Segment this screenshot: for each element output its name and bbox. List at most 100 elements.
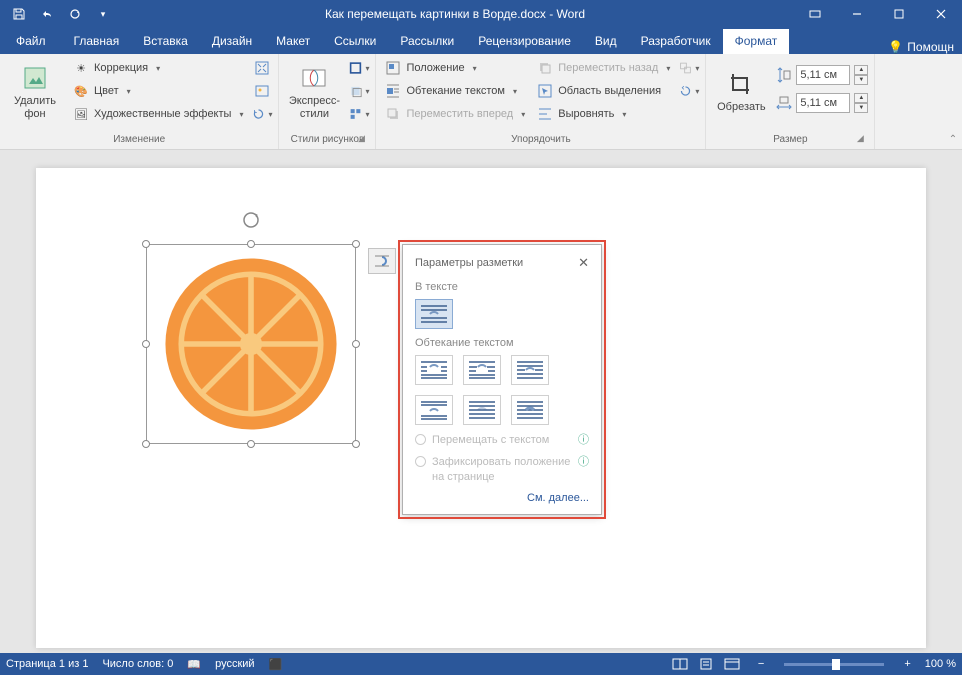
picture-layout-button[interactable]: ▾ <box>349 104 369 124</box>
status-words[interactable]: Число слов: 0 <box>102 658 173 670</box>
tab-layout[interactable]: Макет <box>264 29 322 54</box>
picture-styles-button[interactable]: Экспресс-стили <box>285 58 343 126</box>
width-up[interactable]: ▲ <box>854 93 868 103</box>
height-value[interactable]: 5,11 см <box>796 65 850 85</box>
window-controls <box>794 0 962 28</box>
document-area: Параметры разметки ✕ В тексте Обтекание … <box>0 150 962 653</box>
minimize-button[interactable] <box>836 0 878 28</box>
close-button[interactable] <box>920 0 962 28</box>
info-icon[interactable]: ⓘ <box>578 455 589 469</box>
bring-forward-button[interactable]: Переместить вперед▾ <box>382 104 528 124</box>
selected-image[interactable] <box>146 244 356 444</box>
crop-button[interactable]: Обрезать <box>712 58 770 126</box>
height-input[interactable]: 5,11 см ▲▼ <box>776 64 868 86</box>
group-size-label: Размер <box>773 134 807 145</box>
undo-button[interactable] <box>34 2 60 26</box>
width-input[interactable]: 5,11 см ▲▼ <box>776 92 868 114</box>
change-picture-button[interactable] <box>252 81 272 101</box>
picture-effects-button[interactable]: ▾ <box>349 81 369 101</box>
wrap-through[interactable] <box>511 355 549 385</box>
customize-qat-button[interactable]: ▾ <box>90 2 116 26</box>
group-objects-button[interactable]: ▾ <box>679 58 699 78</box>
width-value[interactable]: 5,11 см <box>796 93 850 113</box>
view-read-mode[interactable] <box>668 655 692 673</box>
zoom-level[interactable]: 100 % <box>925 658 956 670</box>
title-bar: ▾ Как перемещать картинки в Ворде.docx -… <box>0 0 962 28</box>
flyout-close-button[interactable]: ✕ <box>578 255 589 271</box>
group-styles: Экспресс-стили ▾ ▾ ▾ Стили рисунков◢ <box>279 54 376 149</box>
collapse-ribbon-button[interactable]: ⌃ <box>944 54 962 149</box>
flyout-title: Параметры разметки <box>415 257 523 269</box>
send-backward-button[interactable]: Переместить назад▾ <box>534 58 673 78</box>
page[interactable]: Параметры разметки ✕ В тексте Обтекание … <box>36 168 926 648</box>
wrap-text-button[interactable]: Обтекание текстом▾ <box>382 81 528 101</box>
align-button[interactable]: Выровнять▾ <box>534 104 673 124</box>
tab-developer[interactable]: Разработчик <box>629 29 723 54</box>
corrections-button[interactable]: ☀Коррекция▾ <box>70 58 246 78</box>
redo-button[interactable] <box>62 2 88 26</box>
wrap-in-front[interactable] <box>511 395 549 425</box>
wrap-square[interactable] <box>415 355 453 385</box>
radio-move-with-text: Перемещать с текстом ⓘ <box>415 433 589 447</box>
view-print-layout[interactable] <box>694 655 718 673</box>
zoom-slider[interactable] <box>784 663 884 666</box>
resize-handle-mr[interactable] <box>352 340 360 348</box>
compress-pictures-button[interactable] <box>252 58 272 78</box>
resize-handle-tm[interactable] <box>247 240 255 248</box>
artistic-effects-button[interactable]: 🖼Художественные эффекты▾ <box>70 104 246 124</box>
rotate-handle[interactable] <box>241 210 261 230</box>
tab-view[interactable]: Вид <box>583 29 629 54</box>
layout-options-button[interactable] <box>368 248 396 274</box>
view-web-layout[interactable] <box>720 655 744 673</box>
height-up[interactable]: ▲ <box>854 65 868 75</box>
tab-design[interactable]: Дизайн <box>200 29 264 54</box>
wrap-inline[interactable] <box>415 299 453 329</box>
wrap-text-label: Обтекание текстом <box>406 85 505 97</box>
resize-handle-tl[interactable] <box>142 240 150 248</box>
resize-handle-bm[interactable] <box>247 440 255 448</box>
width-down[interactable]: ▼ <box>854 103 868 113</box>
tab-file[interactable]: Файл <box>0 29 62 54</box>
tab-home[interactable]: Главная <box>62 29 132 54</box>
spellcheck-icon[interactable]: 📖 <box>187 658 201 671</box>
see-more-link[interactable]: См. далее... <box>415 492 589 504</box>
zoom-out-button[interactable]: − <box>758 658 764 670</box>
tab-references[interactable]: Ссылки <box>322 29 388 54</box>
maximize-button[interactable] <box>878 0 920 28</box>
tab-mailings[interactable]: Рассылки <box>388 29 466 54</box>
ribbon-display-button[interactable] <box>794 0 836 28</box>
position-button[interactable]: Положение▾ <box>382 58 528 78</box>
styles-dialog-launcher[interactable]: ◢ <box>355 133 367 145</box>
macro-record-icon[interactable]: ⬛ <box>269 658 283 671</box>
resize-handle-tr[interactable] <box>352 240 360 248</box>
rotate-button[interactable]: ▾ <box>679 81 699 101</box>
status-language[interactable]: русский <box>215 658 254 670</box>
info-icon[interactable]: ⓘ <box>578 433 589 447</box>
size-dialog-launcher[interactable]: ◢ <box>854 133 866 145</box>
window-title: Как перемещать картинки в Ворде.docx - W… <box>116 7 794 21</box>
status-page[interactable]: Страница 1 из 1 <box>6 658 88 670</box>
wrap-top-bottom[interactable] <box>415 395 453 425</box>
remove-background-label: Удалить фон <box>6 95 64 119</box>
tell-me-label[interactable]: Помощн <box>907 40 954 54</box>
color-button[interactable]: 🎨Цвет▾ <box>70 81 246 101</box>
save-button[interactable] <box>6 2 32 26</box>
tab-insert[interactable]: Вставка <box>131 29 200 54</box>
tab-format[interactable]: Формат <box>723 29 790 54</box>
resize-handle-br[interactable] <box>352 440 360 448</box>
picture-border-button[interactable]: ▾ <box>349 58 369 78</box>
color-label: Цвет <box>94 85 119 97</box>
wrap-tight[interactable] <box>463 355 501 385</box>
resize-handle-ml[interactable] <box>142 340 150 348</box>
wrap-behind[interactable] <box>463 395 501 425</box>
group-adjust: Удалить фон ☀Коррекция▾ 🎨Цвет▾ 🖼Художест… <box>0 54 279 149</box>
selection-pane-button[interactable]: Область выделения <box>534 81 673 101</box>
zoom-in-button[interactable]: + <box>904 658 910 670</box>
height-down[interactable]: ▼ <box>854 75 868 85</box>
reset-picture-button[interactable]: ▾ <box>252 104 272 124</box>
resize-handle-bl[interactable] <box>142 440 150 448</box>
tab-review[interactable]: Рецензирование <box>466 29 583 54</box>
zoom-thumb[interactable] <box>832 659 840 670</box>
group-arrange-label: Упорядочить <box>511 134 571 145</box>
remove-background-button[interactable]: Удалить фон <box>6 58 64 126</box>
